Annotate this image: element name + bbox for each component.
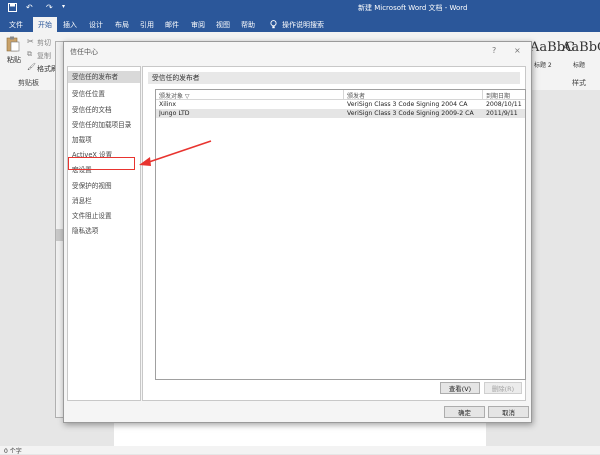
view-button[interactable]: 查看(V) (440, 382, 480, 394)
tab-review[interactable]: 审阅 (191, 20, 205, 30)
nav-privacy-options[interactable]: 隐私选项 (72, 225, 98, 235)
tab-mailings[interactable]: 邮件 (165, 20, 179, 30)
copy-button[interactable]: 复制 (37, 51, 51, 61)
nav-file-block-settings[interactable]: 文件阻止设置 (72, 210, 112, 220)
help-button[interactable]: ? (492, 46, 496, 55)
list-header: 颁发对象 ▽ 颁发者 到期日期 (156, 90, 525, 100)
tab-home[interactable]: 开始 (33, 17, 57, 32)
style-heading2-name: 标题 2 (534, 62, 552, 69)
cell-issued-to: Xilinx (159, 101, 176, 108)
tab-layout[interactable]: 布局 (115, 20, 129, 30)
format-painter-icon: 🖌 (27, 63, 36, 71)
trusted-publishers-panel: 受信任的发布者 颁发对象 ▽ 颁发者 到期日期 Xilinx VeriSign … (142, 66, 526, 401)
tab-design[interactable]: 设计 (89, 20, 103, 30)
lightbulb-icon (270, 20, 277, 31)
cell-issuer: VeriSign Class 3 Code Signing 2004 CA (347, 101, 468, 108)
cut-button[interactable]: 剪切 (37, 38, 51, 48)
cell-issuer: VeriSign Class 3 Code Signing 2009-2 CA (347, 110, 474, 117)
cut-icon: ✂ (27, 37, 34, 46)
column-divider[interactable] (343, 90, 344, 99)
nav-trusted-publishers[interactable]: 受信任的发布者 (68, 71, 140, 83)
nav-trusted-locations[interactable]: 受信任位置 (72, 88, 105, 98)
close-button[interactable]: × (514, 46, 521, 55)
column-issued-to[interactable]: 颁发对象 ▽ (159, 91, 190, 100)
publishers-list[interactable]: 颁发对象 ▽ 颁发者 到期日期 Xilinx VeriSign Class 3 … (155, 89, 526, 380)
nav-trusted-documents[interactable]: 受信任的文档 (72, 104, 112, 114)
cell-expiry: 2008/10/11 (486, 101, 522, 108)
paste-button[interactable]: 粘贴 (7, 55, 21, 65)
tab-references[interactable]: 引用 (140, 20, 154, 30)
cell-issued-to: Jungo LTD (159, 110, 190, 117)
cell-expiry: 2011/9/11 (486, 110, 518, 117)
dialog-title: 信任中心 (70, 48, 98, 56)
style-title-name: 标题 (573, 62, 586, 69)
ribbon-tab-bar: 文件 开始 插入 设计 布局 引用 邮件 审阅 视图 帮助 操作说明搜索 (0, 16, 600, 32)
styles-group-label: 样式 (572, 79, 586, 87)
tell-me-search[interactable]: 操作说明搜索 (282, 20, 324, 30)
ok-button[interactable]: 确定 (444, 406, 485, 418)
nav-trusted-addin-catalogs[interactable]: 受信任的加载项目录 (72, 119, 131, 129)
column-divider[interactable] (482, 90, 483, 99)
macro-settings-highlight (68, 157, 135, 170)
table-row[interactable]: Jungo LTD VeriSign Class 3 Code Signing … (156, 109, 525, 118)
window-title: 新建 Microsoft Word 文档 - Word (358, 4, 468, 12)
clipboard-group-label: 剪贴板 (18, 79, 39, 87)
table-row[interactable]: Xilinx VeriSign Class 3 Code Signing 200… (156, 100, 525, 109)
remove-button[interactable]: 删除(R) (484, 382, 522, 394)
style-title-preview[interactable]: AaBbC (562, 40, 600, 55)
nav-protected-view[interactable]: 受保护的视图 (72, 180, 112, 190)
redo-icon[interactable]: ↷ (46, 3, 53, 12)
column-expiry[interactable]: 到期日期 (486, 91, 510, 100)
save-icon[interactable] (8, 3, 17, 14)
section-title: 受信任的发布者 (148, 72, 520, 84)
status-bar: 0 个字 (0, 446, 600, 455)
column-issuer[interactable]: 颁发者 (347, 91, 365, 100)
trust-center-dialog: 信任中心 ? × 受信任的发布者 受信任位置 受信任的文档 受信任的加载项目录 … (63, 41, 532, 423)
nav-addins[interactable]: 加载项 (72, 134, 92, 144)
copy-icon: ⧉ (27, 50, 32, 58)
paste-icon[interactable] (6, 36, 20, 52)
tab-file[interactable]: 文件 (9, 20, 23, 30)
title-bar: ↶ ↷ ▾ 新建 Microsoft Word 文档 - Word (0, 0, 600, 16)
tab-insert[interactable]: 插入 (63, 20, 77, 30)
cancel-button[interactable]: 取消 (488, 406, 529, 418)
nav-message-bar[interactable]: 消息栏 (72, 195, 92, 205)
undo-icon[interactable]: ↶ (26, 3, 33, 12)
tab-help[interactable]: 帮助 (241, 20, 255, 30)
trust-center-nav: 受信任的发布者 受信任位置 受信任的文档 受信任的加载项目录 加载项 Activ… (67, 66, 141, 401)
customize-icon[interactable]: ▾ (62, 3, 65, 10)
tab-view[interactable]: 视图 (216, 20, 230, 30)
